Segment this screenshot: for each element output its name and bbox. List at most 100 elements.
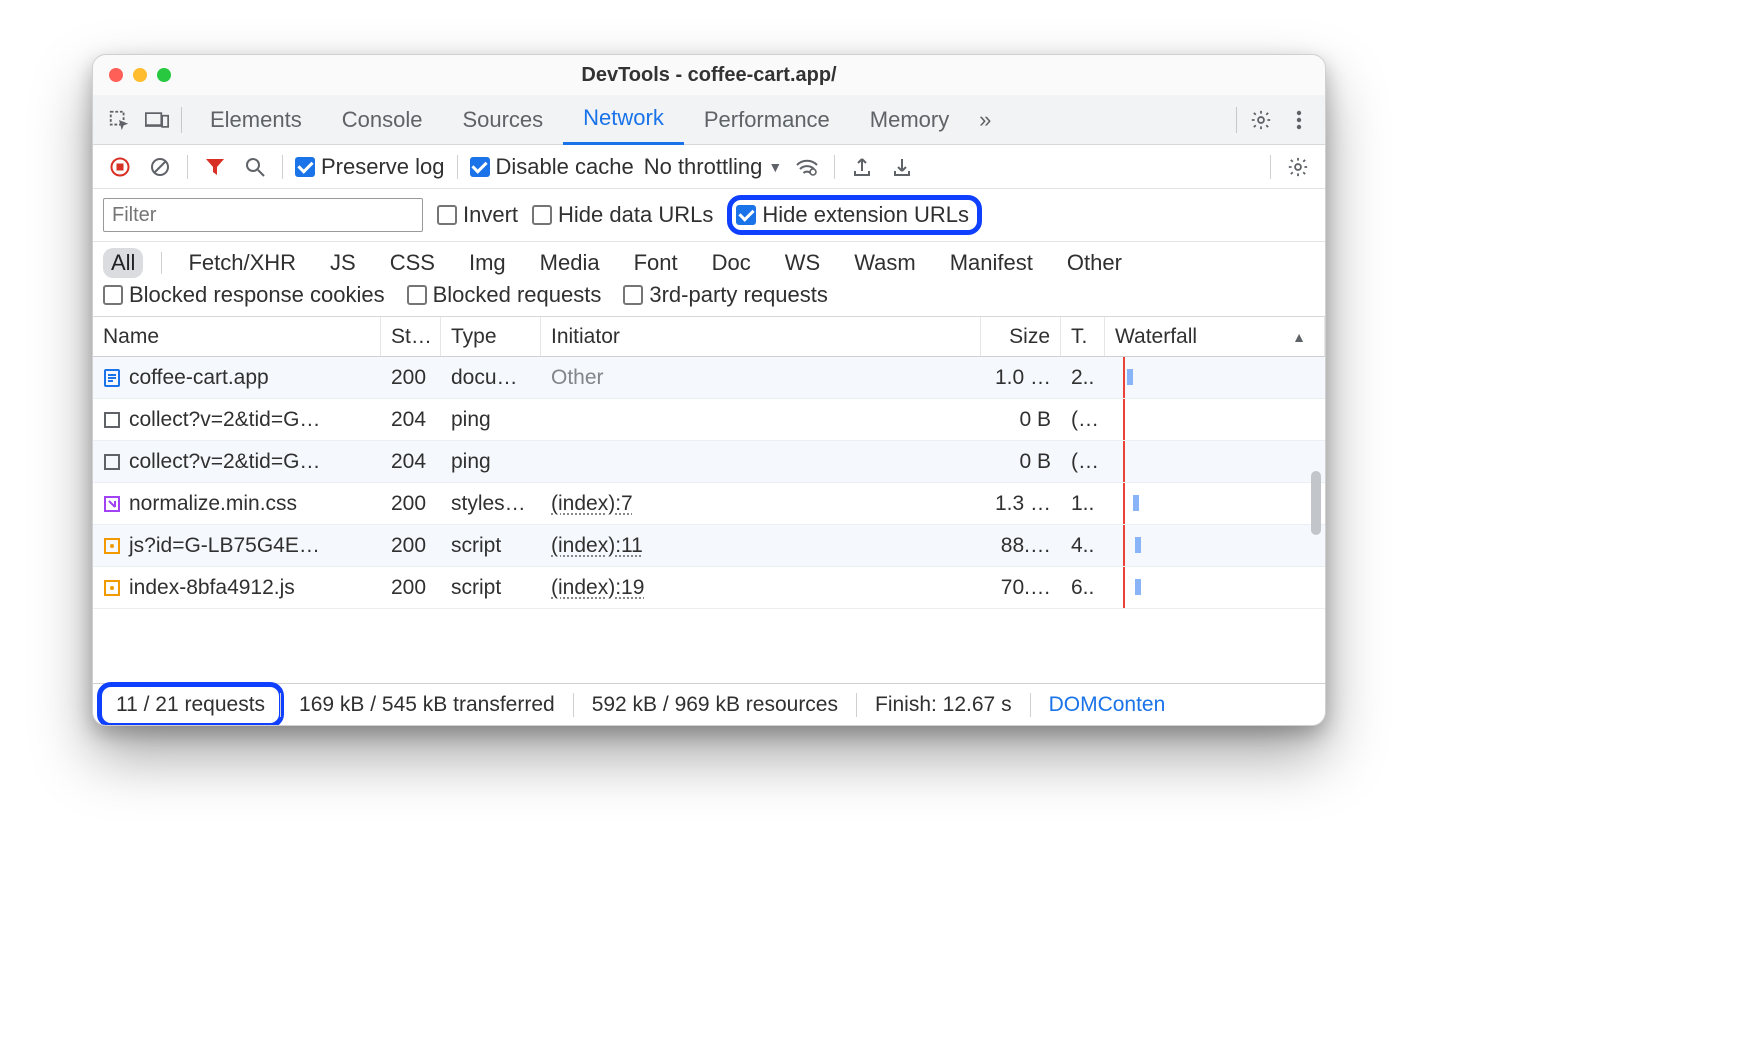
- record-icon[interactable]: [105, 152, 135, 182]
- checkbox-icon: [295, 157, 315, 177]
- request-time: 4..: [1061, 525, 1105, 566]
- table-row[interactable]: coffee-cart.app 200 docu… Other 1.0 … 2.…: [93, 357, 1325, 399]
- type-filter-other[interactable]: Other: [1059, 248, 1130, 278]
- table-row[interactable]: js?id=G-LB75G4E… 200 script (index):11 8…: [93, 525, 1325, 567]
- request-name: normalize.min.css: [129, 492, 297, 516]
- zoom-window-button[interactable]: [157, 68, 171, 82]
- invert-checkbox[interactable]: Invert: [437, 202, 518, 228]
- col-size[interactable]: Size: [981, 317, 1061, 356]
- network-toolbar: Preserve log Disable cache No throttling…: [93, 145, 1325, 189]
- close-window-button[interactable]: [109, 68, 123, 82]
- waterfall-cell: [1105, 399, 1325, 440]
- table-row[interactable]: index-8bfa4912.js 200 script (index):19 …: [93, 567, 1325, 609]
- request-time: 6..: [1061, 567, 1105, 608]
- type-filter-img[interactable]: Img: [461, 248, 514, 278]
- table-row[interactable]: collect?v=2&tid=G… 204 ping 0 B (…: [93, 399, 1325, 441]
- request-name: collect?v=2&tid=G…: [129, 408, 320, 432]
- col-waterfall-label: Waterfall: [1115, 325, 1197, 349]
- hide-extension-urls-highlight: Hide extension URLs: [727, 195, 982, 235]
- tab-console[interactable]: Console: [322, 95, 443, 145]
- import-har-icon[interactable]: [887, 152, 917, 182]
- request-type: script: [441, 567, 541, 608]
- filter-icon[interactable]: [200, 152, 230, 182]
- third-party-checkbox[interactable]: 3rd-party requests: [623, 282, 828, 308]
- initiator-link[interactable]: (index):19: [551, 576, 644, 600]
- domcontentloaded-link[interactable]: DOMConten: [1031, 693, 1184, 717]
- divider: [282, 155, 283, 179]
- inspect-element-icon[interactable]: [103, 104, 135, 136]
- devtools-window: DevTools - coffee-cart.app/ Elements Con…: [92, 54, 1326, 726]
- sort-asc-icon: ▲: [1292, 329, 1306, 345]
- type-filter-ws[interactable]: WS: [777, 248, 828, 278]
- initiator-link[interactable]: (index):11: [551, 534, 643, 558]
- blocked-requests-label: Blocked requests: [433, 282, 602, 308]
- hide-data-urls-checkbox[interactable]: Hide data URLs: [532, 202, 713, 228]
- kebab-menu-icon[interactable]: [1283, 104, 1315, 136]
- blocked-cookies-checkbox[interactable]: Blocked response cookies: [103, 282, 385, 308]
- blocked-requests-checkbox[interactable]: Blocked requests: [407, 282, 602, 308]
- minimize-window-button[interactable]: [133, 68, 147, 82]
- window-title: DevTools - coffee-cart.app/: [93, 64, 1325, 87]
- col-name[interactable]: Name: [93, 317, 381, 356]
- network-conditions-icon[interactable]: [792, 152, 822, 182]
- type-filter-fetchxhr[interactable]: Fetch/XHR: [180, 248, 304, 278]
- checkbox-icon: [532, 205, 552, 225]
- status-bar: 11 / 21 requests 169 kB / 545 kB transfe…: [93, 683, 1325, 725]
- requests-count: 11 / 21 requests: [116, 693, 265, 717]
- request-time: 2..: [1061, 357, 1105, 398]
- col-status[interactable]: St…: [381, 317, 441, 356]
- type-filter-font[interactable]: Font: [626, 248, 686, 278]
- checkbox-icon: [437, 205, 457, 225]
- initiator-link[interactable]: (index):7: [551, 492, 633, 516]
- titlebar: DevTools - coffee-cart.app/: [93, 55, 1325, 95]
- tab-network[interactable]: Network: [563, 95, 684, 145]
- export-har-icon[interactable]: [847, 152, 877, 182]
- request-name: coffee-cart.app: [129, 366, 269, 390]
- type-filter-css[interactable]: CSS: [382, 248, 443, 278]
- col-waterfall[interactable]: Waterfall ▲: [1105, 317, 1325, 356]
- type-filter-all[interactable]: All: [103, 248, 143, 278]
- request-type: script: [441, 525, 541, 566]
- tab-elements[interactable]: Elements: [190, 95, 322, 145]
- checkbox-icon: [623, 285, 643, 305]
- tab-performance[interactable]: Performance: [684, 95, 850, 145]
- hide-extension-urls-checkbox[interactable]: Hide extension URLs: [736, 202, 969, 228]
- request-status: 200: [381, 483, 441, 524]
- device-toolbar-icon[interactable]: [141, 104, 173, 136]
- settings-gear-icon[interactable]: [1245, 104, 1277, 136]
- col-time[interactable]: T.: [1061, 317, 1105, 356]
- request-type: styles…: [441, 483, 541, 524]
- hide-extension-urls-label: Hide extension URLs: [762, 202, 969, 228]
- resource-type-icon: [103, 537, 121, 555]
- preserve-log-checkbox[interactable]: Preserve log: [295, 154, 445, 180]
- col-initiator[interactable]: Initiator: [541, 317, 981, 356]
- finish-time: Finish: 12.67 s: [857, 693, 1030, 717]
- type-filter-media[interactable]: Media: [532, 248, 608, 278]
- col-type[interactable]: Type: [441, 317, 541, 356]
- disable-cache-checkbox[interactable]: Disable cache: [470, 154, 634, 180]
- clear-icon[interactable]: [145, 152, 175, 182]
- type-filter-js[interactable]: JS: [322, 248, 364, 278]
- scrollbar-thumb[interactable]: [1311, 471, 1321, 535]
- search-icon[interactable]: [240, 152, 270, 182]
- checkbox-icon: [103, 285, 123, 305]
- resource-type-icon: [103, 411, 121, 429]
- tab-memory[interactable]: Memory: [850, 95, 969, 145]
- traffic-lights: [109, 68, 171, 82]
- tab-sources[interactable]: Sources: [442, 95, 563, 145]
- table-row[interactable]: collect?v=2&tid=G… 204 ping 0 B (…: [93, 441, 1325, 483]
- type-filter-doc[interactable]: Doc: [704, 248, 759, 278]
- request-type: docu…: [441, 357, 541, 398]
- type-filter-manifest[interactable]: Manifest: [942, 248, 1041, 278]
- table-row[interactable]: normalize.min.css 200 styles… (index):7 …: [93, 483, 1325, 525]
- throttling-select[interactable]: No throttling ▼: [644, 154, 782, 180]
- type-filter-wasm[interactable]: Wasm: [846, 248, 924, 278]
- request-name: collect?v=2&tid=G…: [129, 450, 320, 474]
- third-party-label: 3rd-party requests: [649, 282, 828, 308]
- divider: [1236, 107, 1237, 133]
- filter-input[interactable]: [103, 198, 423, 232]
- waterfall-cell: [1105, 525, 1325, 566]
- more-tabs-icon[interactable]: »: [969, 104, 1001, 136]
- network-settings-gear-icon[interactable]: [1283, 152, 1313, 182]
- request-status: 200: [381, 357, 441, 398]
